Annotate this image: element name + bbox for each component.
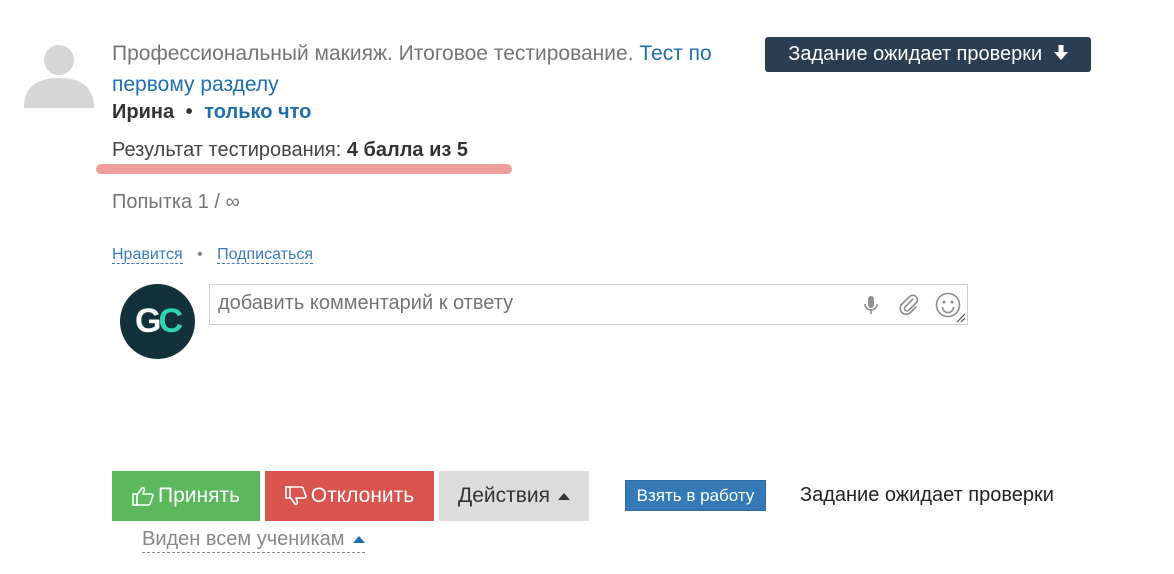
status-badge[interactable]: Задание ожидает проверки [765, 37, 1091, 72]
reject-label: Отклонить [310, 484, 415, 507]
user-avatar-icon [24, 45, 94, 108]
actions-dropdown-button[interactable]: Действия [439, 471, 589, 521]
test-result-label: Результат тестирования: [112, 139, 342, 161]
arrow-down-icon [1053, 43, 1068, 65]
lesson-title: Профессиональный макияж. Итоговое тестир… [112, 42, 634, 65]
thumbs-down-icon [284, 486, 307, 506]
attempt-counter: Попытка 1 / ∞ [112, 191, 240, 213]
status-text: Задание ожидает проверки [800, 484, 1054, 506]
subscribe-link[interactable]: Подписаться [217, 246, 313, 264]
social-links: Нравится • Подписаться [112, 245, 313, 265]
author-separator: • [185, 101, 193, 123]
paperclip-icon[interactable] [897, 293, 921, 317]
answer-card: Профессиональный макияж. Итоговое тестир… [0, 0, 1174, 574]
actions-label: Действия [457, 484, 550, 507]
commenter-avatar: G C [120, 284, 195, 359]
caret-up-icon [352, 535, 365, 543]
test-result-value: 4 балла из 5 [346, 139, 469, 161]
visibility-dropdown[interactable]: Виден всем ученикам [142, 526, 365, 553]
author-line: Ирина • только что [112, 99, 311, 125]
test-result: Результат тестирования: 4 балла из 5 [112, 137, 468, 163]
resize-grip-icon[interactable] [956, 313, 966, 323]
accept-label: Принять [157, 484, 241, 507]
result-highlight-underline [96, 164, 512, 174]
social-separator: • [197, 246, 203, 263]
comment-tools [859, 292, 961, 318]
like-link[interactable]: Нравится [112, 246, 183, 264]
take-to-work-button[interactable]: Взять в работу [625, 480, 766, 511]
avatar-letter-c: C [158, 302, 183, 340]
accept-button[interactable]: Принять [112, 471, 260, 521]
author-name[interactable]: Ирина [112, 101, 174, 123]
answer-time-link[interactable]: только что [204, 101, 311, 123]
thumbs-up-icon [132, 486, 154, 506]
visibility-label: Виден всем ученикам [142, 528, 345, 550]
microphone-icon[interactable] [859, 293, 883, 317]
avatar-letter-g: G [134, 302, 162, 340]
caret-up-icon [558, 492, 570, 500]
comment-box [209, 284, 968, 325]
answer-title: Профессиональный макияж. Итоговое тестир… [112, 38, 752, 100]
reject-button[interactable]: Отклонить [265, 471, 434, 521]
status-badge-label: Задание ожидает проверки [788, 43, 1043, 65]
comment-input[interactable] [218, 292, 818, 315]
